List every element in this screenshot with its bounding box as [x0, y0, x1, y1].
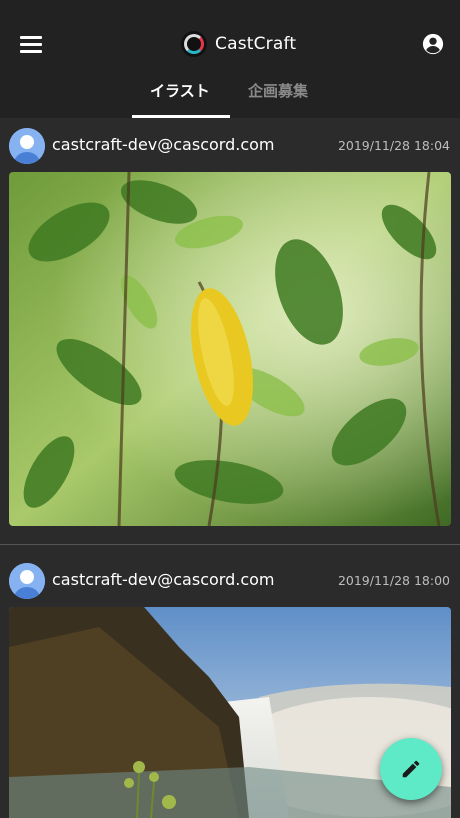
tab-bar: イラスト 企画募集: [0, 72, 460, 118]
yellow-leaf-plant-photo: [9, 172, 451, 526]
user-avatar-icon[interactable]: [9, 563, 45, 599]
castcraft-logo: [181, 31, 207, 57]
menu-icon[interactable]: [20, 36, 42, 54]
post-image[interactable]: [9, 172, 451, 526]
post-divider: [0, 544, 460, 545]
post-timestamp: 2019/11/28 18:04: [337, 138, 450, 153]
post-header: castcraft-dev@cascord.com 2019/11/28 18:…: [0, 120, 460, 170]
account-circle-icon[interactable]: [422, 33, 444, 55]
app-bar: CastCraft イラスト 企画募集: [0, 0, 460, 118]
user-avatar-icon[interactable]: [9, 128, 45, 164]
create-post-fab[interactable]: [380, 738, 442, 800]
app-brand[interactable]: CastCraft: [181, 30, 296, 58]
post-timestamp: 2019/11/28 18:00: [337, 573, 450, 588]
post-card[interactable]: castcraft-dev@cascord.com 2019/11/28 18:…: [0, 120, 460, 540]
active-tab-indicator: [132, 115, 230, 118]
post-author[interactable]: castcraft-dev@cascord.com: [52, 570, 275, 589]
tab-illustration[interactable]: イラスト: [150, 80, 210, 101]
post-header: castcraft-dev@cascord.com 2019/11/28 18:…: [0, 555, 460, 605]
app-title: CastCraft: [215, 34, 297, 54]
tab-project-recruitment[interactable]: 企画募集: [248, 80, 308, 101]
post-author[interactable]: castcraft-dev@cascord.com: [52, 135, 275, 154]
pencil-edit-icon: [402, 760, 420, 778]
